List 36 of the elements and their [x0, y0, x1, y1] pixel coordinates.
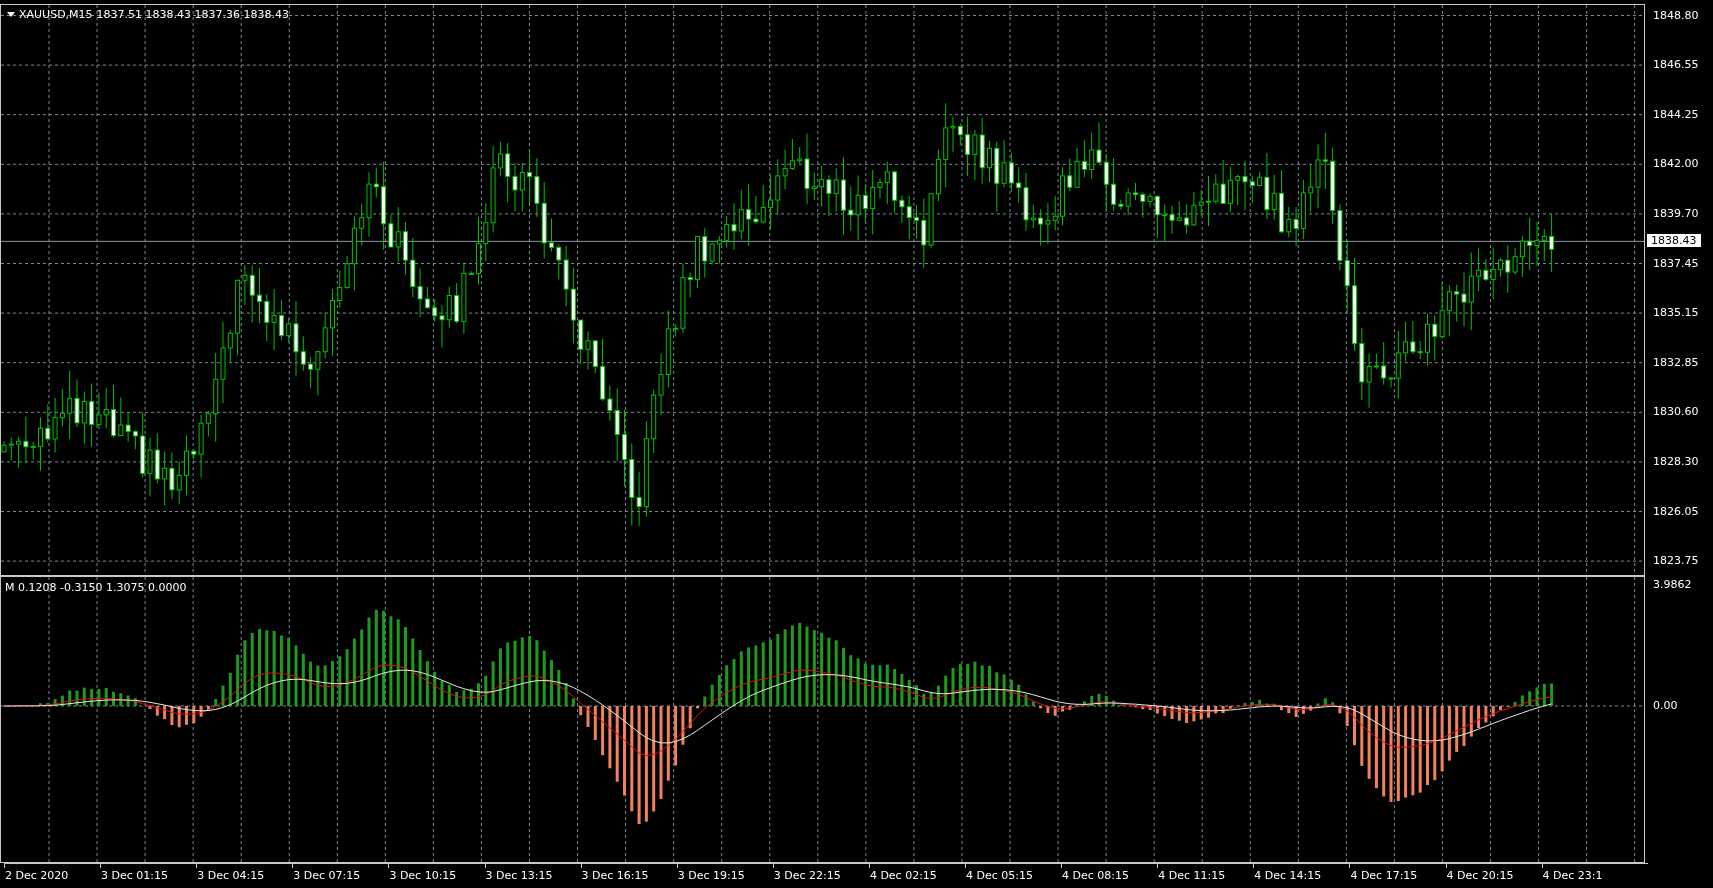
- indicator-max-label: 3.9862: [1653, 578, 1692, 592]
- time-label: 4 Dec 17:15: [1350, 869, 1418, 882]
- indicator-label: M 0.1208 -0.3150 1.3075 0.0000: [5, 581, 187, 594]
- time-label: 4 Dec 11:15: [1158, 869, 1226, 882]
- ohlc-values: 1837.51 1838.43 1837.36 1838.43: [96, 8, 290, 21]
- price-label: 1837.45: [1653, 256, 1699, 271]
- time-label: 3 Dec 16:15: [581, 869, 649, 882]
- time-label: 4 Dec 05:15: [966, 869, 1033, 882]
- time-label: 2 Dec 2020: [5, 869, 69, 882]
- time-label: 4 Dec 23:1: [1542, 869, 1603, 882]
- symbol-label: XAUUSD,M15: [19, 8, 93, 21]
- time-label: 3 Dec 22:15: [773, 869, 841, 882]
- indicator-zero-label: 0.00: [1653, 699, 1678, 713]
- time-label: 3 Dec 10:15: [389, 869, 457, 882]
- time-label: 4 Dec 14:15: [1254, 869, 1322, 882]
- time-label: 4 Dec 08:15: [1062, 869, 1130, 882]
- price-label: 1823.75: [1653, 554, 1699, 569]
- time-label: 3 Dec 07:15: [293, 869, 361, 882]
- price-label: 1846.55: [1653, 58, 1699, 73]
- current-price-label: 1838.43: [1647, 234, 1701, 248]
- time-label: 3 Dec 13:15: [485, 869, 553, 882]
- time-label: 4 Dec 02:15: [869, 869, 937, 882]
- price-label: 1835.15: [1653, 306, 1699, 321]
- price-label: 1844.25: [1653, 107, 1699, 122]
- price-label: 1826.05: [1653, 504, 1699, 519]
- price-label: 1830.60: [1653, 405, 1699, 420]
- price-label: 1848.80: [1653, 8, 1699, 23]
- price-label: 1828.30: [1653, 454, 1699, 469]
- caret-icon[interactable]: [7, 12, 15, 17]
- time-label: 3 Dec 04:15: [197, 869, 265, 882]
- time-label: 3 Dec 19:15: [677, 869, 745, 882]
- time-label: 4 Dec 20:15: [1446, 869, 1514, 882]
- time-label: 3 Dec 01:15: [101, 869, 169, 882]
- price-label: 1839.70: [1653, 206, 1699, 221]
- price-label: 1842.00: [1653, 157, 1699, 172]
- price-label: 1832.85: [1653, 355, 1699, 370]
